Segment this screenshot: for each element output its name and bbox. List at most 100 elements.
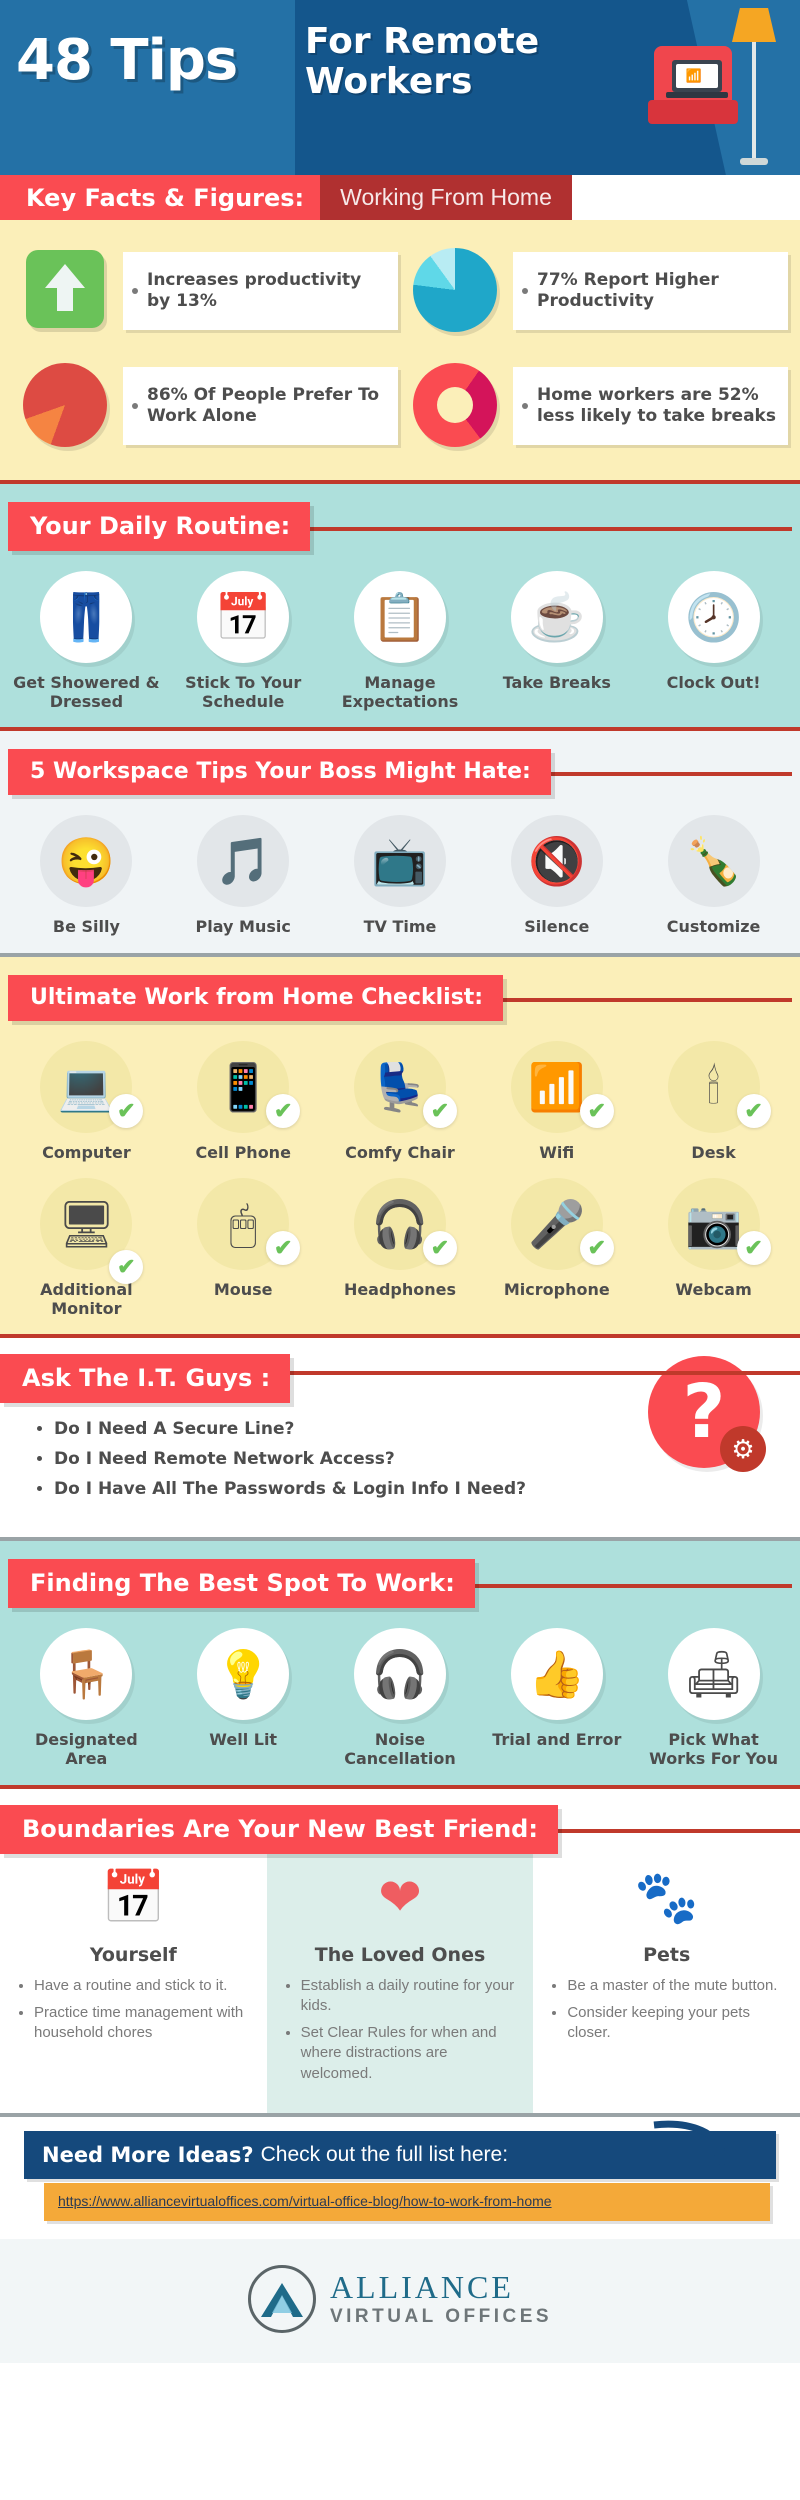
spot-item-trial-error[interactable]: 👍 Trial and Error: [482, 1628, 632, 1749]
routine-item-clockout[interactable]: 🕗 Clock Out!: [639, 571, 789, 692]
spot-item-works-for-you[interactable]: 🛋 Pick What Works For You: [639, 1628, 789, 1768]
checklist-label: Computer: [42, 1142, 131, 1162]
checklist-item-webcam[interactable]: 📷 ✔ Webcam: [639, 1177, 789, 1299]
routine-label: Take Breaks: [502, 673, 611, 692]
url-bar[interactable]: https://www.alliancevirtualoffices.com/v…: [44, 2182, 770, 2221]
checklist-label: Cell Phone: [195, 1142, 291, 1162]
check-icon: ✔: [579, 1230, 614, 1265]
checklist-item-monitor[interactable]: 🖥 ✔ Additional Monitor: [11, 1177, 161, 1318]
boundary-column-pets: 🐾 Pets Be a master of the mute button. C…: [533, 1853, 800, 2113]
tip-item-customize[interactable]: 🍾 Customize: [639, 815, 789, 936]
key-fact-item: Home workers are 52% less likely to take…: [402, 353, 788, 458]
checklist-item-desk[interactable]: 🕯 ✔ Desk: [639, 1040, 789, 1162]
footer-cta: Need More Ideas? Check out the full list…: [0, 2116, 800, 2221]
spot-item-well-lit[interactable]: 💡 Well Lit: [168, 1628, 318, 1749]
list-item: Consider keeping your pets closer.: [567, 2003, 786, 2044]
tip-item-be-silly[interactable]: 😜 Be Silly: [11, 815, 161, 936]
boundaries-banner-row: Boundaries Are Your New Best Friend:: [0, 1804, 800, 1854]
checklist-item-chair[interactable]: 💺 ✔ Comfy Chair: [325, 1040, 475, 1162]
daily-routine-section: Your Daily Routine: 👖 Get Showered & Dre…: [0, 484, 800, 732]
jeans-icon: 👖: [40, 571, 133, 663]
checklist-item-computer[interactable]: 💻 ✔ Computer: [11, 1040, 161, 1162]
winking-face-icon: 😜: [40, 815, 133, 908]
boundary-title: Yourself: [89, 1943, 177, 1966]
routine-item-schedule[interactable]: 📅 Stick To Your Schedule: [168, 571, 318, 711]
tip-item-play-music[interactable]: 🎵 Play Music: [168, 815, 318, 936]
key-facts-label: Key Facts & Figures:: [0, 175, 321, 220]
key-facts-sublabel: Working From Home: [320, 175, 572, 220]
check-icon: ✔: [109, 1093, 144, 1128]
headphones-icon: 🎧: [353, 1628, 446, 1721]
boundary-column-loved-ones: ❤ The Loved Ones Establish a daily routi…: [266, 1853, 534, 2113]
checklist-item-headphones[interactable]: 🎧 ✔ Headphones: [325, 1177, 475, 1299]
key-facts-banner: Key Facts & Figures: Working From Home: [0, 175, 800, 220]
blog-url-link[interactable]: https://www.alliancevirtualoffices.com/v…: [58, 2193, 552, 2209]
page-title-subject: For Remote Workers: [305, 21, 540, 103]
cta-bold-text: Need More Ideas?: [42, 2142, 254, 2167]
thumbs-up-icon: 👍: [510, 1628, 603, 1721]
page-title-count: 48 Tips: [16, 28, 238, 93]
checklist-item-cellphone[interactable]: 📱 ✔ Cell Phone: [168, 1040, 318, 1162]
routine-item-breaks[interactable]: ☕ Take Breaks: [482, 571, 632, 692]
checklist-heading: Ultimate Work from Home Checklist:: [8, 974, 504, 1021]
paw-print-icon: 🐾: [634, 1868, 700, 1927]
key-fact-text: 77% Report Higher Productivity: [513, 251, 788, 330]
heart-icon: ❤: [378, 1868, 422, 1927]
checklist-label: Mouse: [213, 1279, 273, 1299]
lamp-shade-icon: [732, 8, 776, 42]
logo-glyph-icon: [260, 2282, 303, 2317]
calendar-icon: 📅: [100, 1868, 166, 1927]
donut-red: [412, 363, 497, 447]
chair-icon: [648, 100, 738, 124]
checklist-item-wifi[interactable]: 📶 ✔ Wifi: [482, 1040, 632, 1162]
checklist-item-mouse[interactable]: 🖱 ✔ Mouse: [168, 1177, 318, 1299]
check-icon: ✔: [736, 1093, 771, 1128]
television-icon: 📺: [353, 815, 446, 908]
home-office-illustration: 📶: [634, 0, 794, 175]
spot-item-noise-cancellation[interactable]: 🎧 Noise Cancellation: [325, 1628, 475, 1768]
check-icon: ✔: [266, 1230, 301, 1265]
routine-item-expectations[interactable]: 📋 Manage Expectations: [325, 571, 475, 711]
spot-item-designated-area[interactable]: 🪑 Designated Area: [11, 1628, 161, 1768]
spot-label: Pick What Works For You: [649, 1730, 779, 1769]
header: 48 Tips For Remote Workers 📶: [0, 0, 800, 175]
workspace-banner-row: 5 Workspace Tips Your Boss Might Hate:: [8, 749, 792, 796]
mute-silence-icon: 🔇: [510, 815, 603, 908]
daily-routine-items: 👖 Get Showered & Dressed 📅 Stick To Your…: [8, 571, 792, 711]
tip-item-tv-time[interactable]: 📺 TV Time: [325, 815, 475, 936]
routine-item-showered[interactable]: 👖 Get Showered & Dressed: [11, 571, 161, 711]
checklist-label: Webcam: [675, 1279, 752, 1299]
checklist-label: Desk: [691, 1142, 736, 1162]
daily-routine-banner-row: Your Daily Routine:: [8, 502, 792, 551]
tip-label: Be Silly: [52, 917, 120, 937]
best-spot-items: 🪑 Designated Area 💡 Well Lit 🎧 Noise Can…: [8, 1628, 792, 1768]
checklist-row-1: 💻 ✔ Computer 📱 ✔ Cell Phone 💺 ✔ Comfy Ch…: [8, 1040, 792, 1162]
routine-label: Manage Expectations: [341, 673, 459, 712]
tip-item-silence[interactable]: 🔇 Silence: [482, 815, 632, 936]
routine-label: Stick To Your Schedule: [185, 673, 302, 712]
spot-label: Well Lit: [209, 1730, 278, 1750]
wifi-icon: 📶: [685, 68, 702, 83]
key-fact-item: 86% Of People Prefer To Work Alone: [12, 353, 398, 458]
message-bottle-icon: 🍾: [667, 815, 760, 908]
key-facts-grid: Increases productivity by 13% 77% Report…: [0, 220, 800, 484]
pie-red: [22, 363, 107, 447]
boundaries-columns: 📅 Yourself Have a routine and stick to i…: [0, 1853, 800, 2117]
routine-label: Clock Out!: [666, 673, 761, 692]
calendar-icon: 📅: [197, 571, 290, 663]
tip-label: TV Time: [363, 917, 437, 937]
pie-chart-red-icon: [12, 353, 117, 458]
lamp-base-icon: [740, 158, 768, 165]
checklist-section: Ultimate Work from Home Checklist: 💻 ✔ C…: [0, 956, 800, 1339]
checklist-row-2: 🖥 ✔ Additional Monitor 🖱 ✔ Mouse 🎧 ✔ Hea…: [8, 1177, 792, 1318]
routine-label: Get Showered & Dressed: [13, 673, 160, 712]
spot-label: Noise Cancellation: [344, 1730, 456, 1769]
boundary-column-yourself: 📅 Yourself Have a routine and stick to i…: [0, 1853, 267, 2113]
checklist-item-microphone[interactable]: 🎤 ✔ Microphone: [482, 1177, 632, 1299]
checklist-label: Comfy Chair: [345, 1142, 455, 1162]
check-icon: ✔: [266, 1093, 301, 1128]
spot-label: Trial and Error: [492, 1730, 622, 1750]
checklist-label: Microphone: [503, 1279, 610, 1299]
check-icon: ✔: [422, 1093, 457, 1128]
key-fact-text: 86% Of People Prefer To Work Alone: [123, 366, 398, 445]
